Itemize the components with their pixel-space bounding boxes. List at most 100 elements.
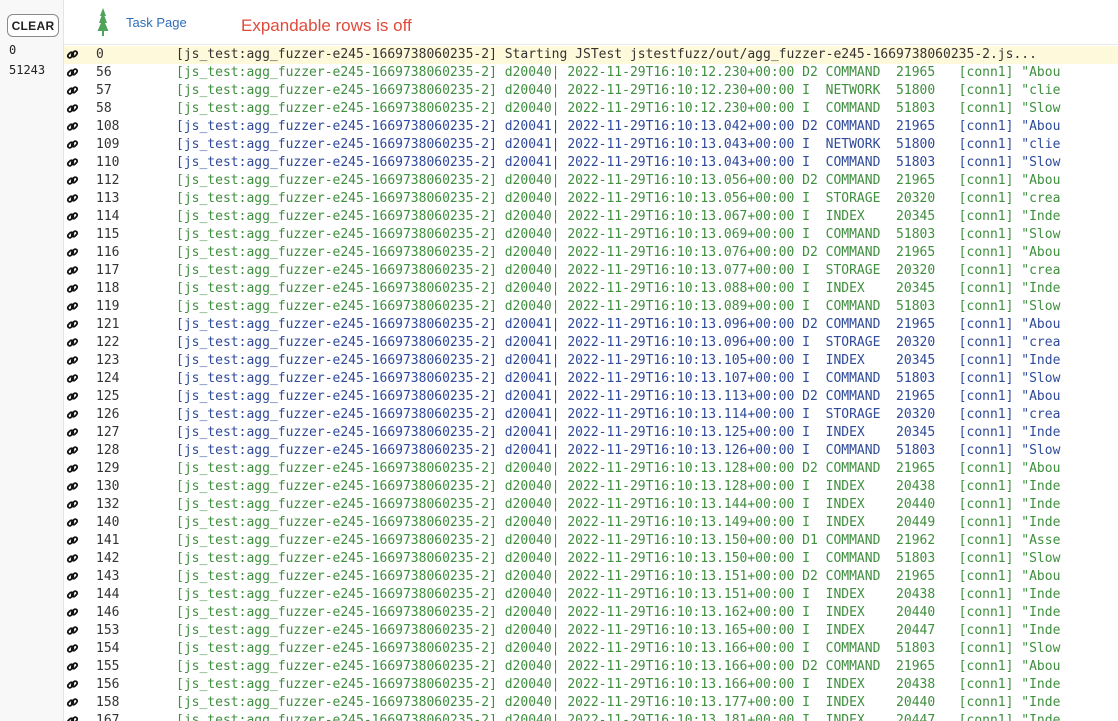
link-icon[interactable] xyxy=(66,462,79,475)
log-line-text: [js_test:agg_fuzzer-e245-1669738060235-2… xyxy=(176,317,1061,332)
link-icon[interactable] xyxy=(66,498,79,511)
log-row[interactable]: 123 [js_test:agg_fuzzer-e245-166973806023… xyxy=(64,352,1118,370)
link-icon[interactable] xyxy=(66,354,79,367)
link-icon[interactable] xyxy=(66,534,79,547)
log-row[interactable]: 119 [js_test:agg_fuzzer-e245-166973806023… xyxy=(64,298,1118,316)
log-row[interactable]: 156 [js_test:agg_fuzzer-e245-166973806023… xyxy=(64,676,1118,694)
link-icon[interactable] xyxy=(66,552,79,565)
log-line-text: [js_test:agg_fuzzer-e245-1669738060235-2… xyxy=(176,587,1061,602)
line-number: 109 xyxy=(96,137,120,152)
link-icon[interactable] xyxy=(66,408,79,421)
link-icon[interactable] xyxy=(66,102,79,115)
link-icon[interactable] xyxy=(66,336,79,349)
log-line-text: [js_test:agg_fuzzer-e245-1669738060235-2… xyxy=(176,461,1061,476)
link-icon[interactable] xyxy=(66,588,79,601)
log-row[interactable]: 167 [js_test:agg_fuzzer-e245-166973806023… xyxy=(64,712,1118,721)
log-line-text: [js_test:agg_fuzzer-e245-1669738060235-2… xyxy=(176,119,1061,134)
log-row[interactable]: 129 [js_test:agg_fuzzer-e245-166973806023… xyxy=(64,460,1118,478)
log-row[interactable]: 115 [js_test:agg_fuzzer-e245-166973806023… xyxy=(64,226,1118,244)
link-icon[interactable] xyxy=(66,120,79,133)
log-row[interactable]: 113 [js_test:agg_fuzzer-e245-166973806023… xyxy=(64,190,1118,208)
link-icon[interactable] xyxy=(66,318,79,331)
log-row[interactable]: 108 [js_test:agg_fuzzer-e245-166973806023… xyxy=(64,118,1118,136)
clear-button[interactable]: CLEAR xyxy=(7,14,59,37)
log-row[interactable]: 126 [js_test:agg_fuzzer-e245-166973806023… xyxy=(64,406,1118,424)
log-viewer[interactable]: 0 [js_test:agg_fuzzer-e245-1669738060235-… xyxy=(64,46,1118,721)
task-page-link[interactable]: Task Page xyxy=(126,15,187,30)
link-icon[interactable] xyxy=(66,66,79,79)
log-row[interactable]: 0 [js_test:agg_fuzzer-e245-1669738060235-… xyxy=(64,46,1118,64)
log-line-text: [js_test:agg_fuzzer-e245-1669738060235-2… xyxy=(176,479,1061,494)
log-row[interactable]: 153 [js_test:agg_fuzzer-e245-166973806023… xyxy=(64,622,1118,640)
link-icon[interactable] xyxy=(66,264,79,277)
log-row[interactable]: 125 [js_test:agg_fuzzer-e245-166973806023… xyxy=(64,388,1118,406)
log-row[interactable]: 154 [js_test:agg_fuzzer-e245-166973806023… xyxy=(64,640,1118,658)
log-row[interactable]: 124 [js_test:agg_fuzzer-e245-166973806023… xyxy=(64,370,1118,388)
link-icon[interactable] xyxy=(66,300,79,313)
link-icon[interactable] xyxy=(66,444,79,457)
link-icon[interactable] xyxy=(66,372,79,385)
link-icon[interactable] xyxy=(66,480,79,493)
log-row[interactable]: 140 [js_test:agg_fuzzer-e245-166973806023… xyxy=(64,514,1118,532)
link-icon[interactable] xyxy=(66,660,79,673)
log-row[interactable]: 127 [js_test:agg_fuzzer-e245-166973806023… xyxy=(64,424,1118,442)
link-icon[interactable] xyxy=(66,516,79,529)
link-icon[interactable] xyxy=(66,246,79,259)
log-row[interactable]: 57 [js_test:agg_fuzzer-e245-1669738060235… xyxy=(64,82,1118,100)
log-row[interactable]: 116 [js_test:agg_fuzzer-e245-166973806023… xyxy=(64,244,1118,262)
link-icon[interactable] xyxy=(66,642,79,655)
log-row[interactable]: 58 [js_test:agg_fuzzer-e245-1669738060235… xyxy=(64,100,1118,118)
log-line-text: [js_test:agg_fuzzer-e245-1669738060235-2… xyxy=(176,389,1061,404)
log-line-text: [js_test:agg_fuzzer-e245-1669738060235-2… xyxy=(176,551,1061,566)
log-row[interactable]: 109 [js_test:agg_fuzzer-e245-166973806023… xyxy=(64,136,1118,154)
link-icon[interactable] xyxy=(66,696,79,709)
line-number: 146 xyxy=(96,605,120,620)
line-number: 0 xyxy=(96,47,104,62)
log-row[interactable]: 158 [js_test:agg_fuzzer-e245-166973806023… xyxy=(64,694,1118,712)
link-icon[interactable] xyxy=(66,570,79,583)
log-row[interactable]: 144 [js_test:agg_fuzzer-e245-166973806023… xyxy=(64,586,1118,604)
link-icon[interactable] xyxy=(66,138,79,151)
link-icon[interactable] xyxy=(66,426,79,439)
log-row[interactable]: 56 [js_test:agg_fuzzer-e245-1669738060235… xyxy=(64,64,1118,82)
log-line-text: [js_test:agg_fuzzer-e245-1669738060235-2… xyxy=(176,497,1061,512)
link-icon[interactable] xyxy=(66,84,79,97)
log-row[interactable]: 142 [js_test:agg_fuzzer-e245-166973806023… xyxy=(64,550,1118,568)
log-row[interactable]: 146 [js_test:agg_fuzzer-e245-166973806023… xyxy=(64,604,1118,622)
expandable-rows-status: Expandable rows is off xyxy=(241,16,412,35)
link-icon[interactable] xyxy=(66,156,79,169)
link-icon[interactable] xyxy=(66,192,79,205)
log-row[interactable]: 112 [js_test:agg_fuzzer-e245-166973806023… xyxy=(64,172,1118,190)
log-row[interactable]: 128 [js_test:agg_fuzzer-e245-166973806023… xyxy=(64,442,1118,460)
link-icon[interactable] xyxy=(66,678,79,691)
line-number: 140 xyxy=(96,515,120,530)
link-icon[interactable] xyxy=(66,606,79,619)
log-row[interactable]: 118 [js_test:agg_fuzzer-e245-166973806023… xyxy=(64,280,1118,298)
log-row[interactable]: 141 [js_test:agg_fuzzer-e245-166973806023… xyxy=(64,532,1118,550)
line-number: 128 xyxy=(96,443,120,458)
line-number: 115 xyxy=(96,227,120,242)
log-row[interactable]: 110 [js_test:agg_fuzzer-e245-166973806023… xyxy=(64,154,1118,172)
link-icon[interactable] xyxy=(66,390,79,403)
link-icon[interactable] xyxy=(66,282,79,295)
log-row[interactable]: 143 [js_test:agg_fuzzer-e245-166973806023… xyxy=(64,568,1118,586)
link-icon[interactable] xyxy=(66,210,79,223)
log-row[interactable]: 155 [js_test:agg_fuzzer-e245-166973806023… xyxy=(64,658,1118,676)
link-icon[interactable] xyxy=(66,48,79,61)
log-row[interactable]: 114 [js_test:agg_fuzzer-e245-166973806023… xyxy=(64,208,1118,226)
link-icon[interactable] xyxy=(66,174,79,187)
link-icon[interactable] xyxy=(66,228,79,241)
line-number: 123 xyxy=(96,353,120,368)
line-number: 58 xyxy=(96,101,112,116)
log-line-text: [js_test:agg_fuzzer-e245-1669738060235-2… xyxy=(176,47,1037,62)
log-row[interactable]: 132 [js_test:agg_fuzzer-e245-166973806023… xyxy=(64,496,1118,514)
log-row[interactable]: 130 [js_test:agg_fuzzer-e245-166973806023… xyxy=(64,478,1118,496)
log-line-text: [js_test:agg_fuzzer-e245-1669738060235-2… xyxy=(176,227,1061,242)
log-row[interactable]: 117 [js_test:agg_fuzzer-e245-166973806023… xyxy=(64,262,1118,280)
line-number: 132 xyxy=(96,497,120,512)
log-row[interactable]: 122 [js_test:agg_fuzzer-e245-166973806023… xyxy=(64,334,1118,352)
log-row[interactable]: 121 [js_test:agg_fuzzer-e245-166973806023… xyxy=(64,316,1118,334)
link-icon[interactable] xyxy=(66,624,79,637)
link-icon[interactable] xyxy=(66,714,79,721)
line-number: 116 xyxy=(96,245,120,260)
